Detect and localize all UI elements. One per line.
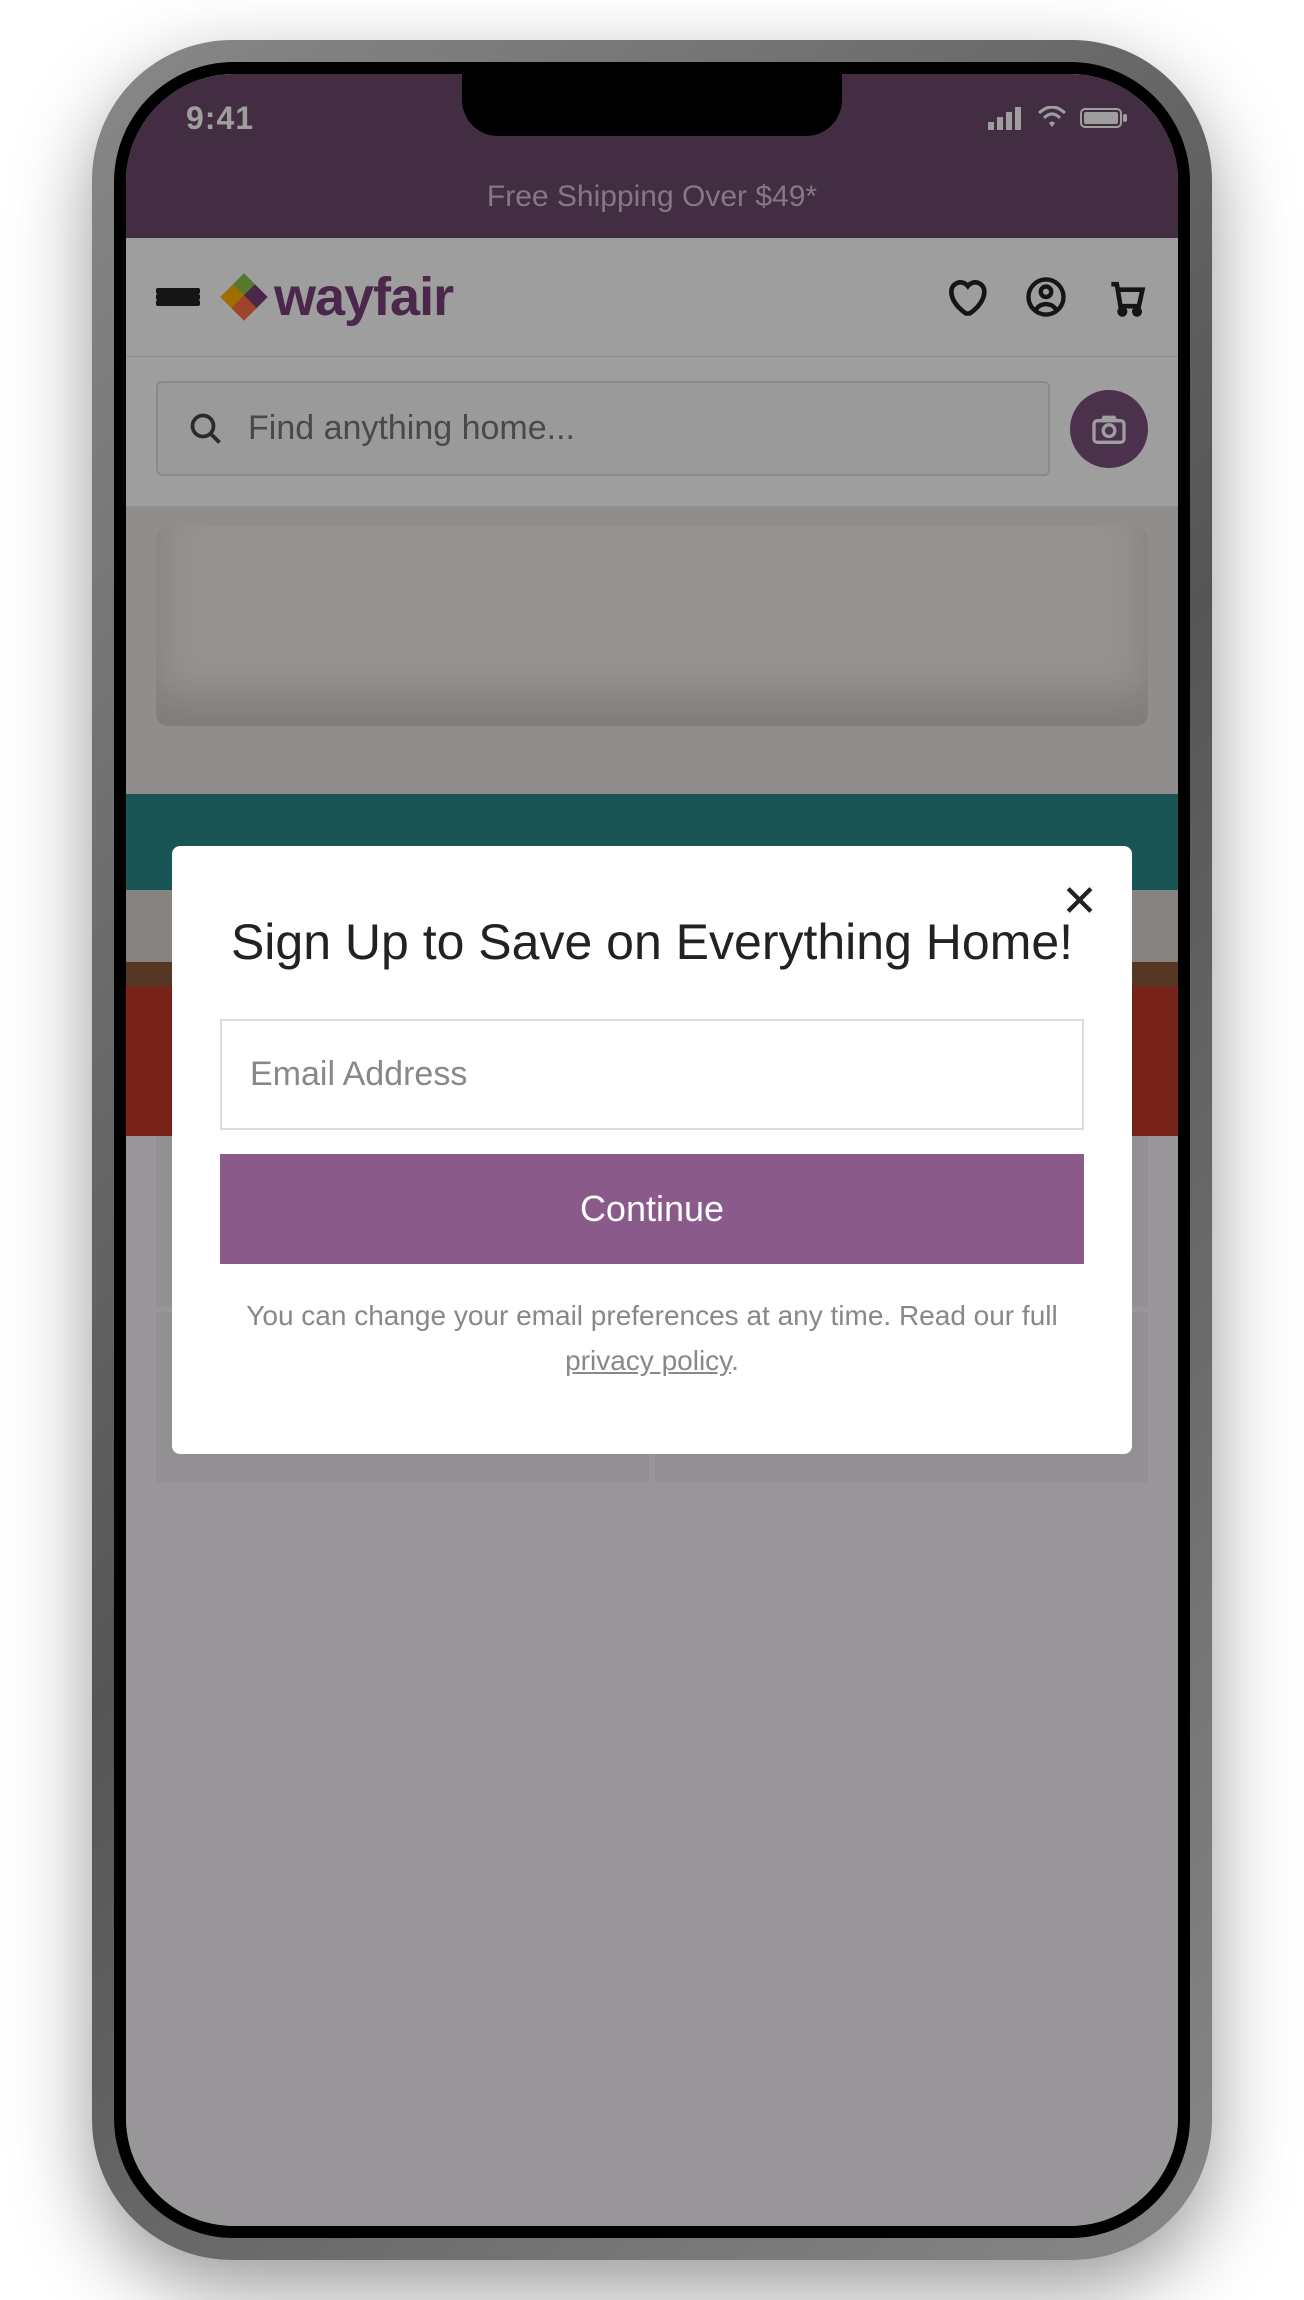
device-notch (462, 74, 842, 136)
close-button[interactable]: ✕ (1061, 876, 1098, 927)
fineprint-suffix: . (731, 1345, 739, 1376)
fineprint-prefix: You can change your email preferences at… (246, 1300, 1057, 1331)
close-icon: ✕ (1061, 877, 1098, 926)
modal-title: Sign Up to Save on Everything Home! (220, 910, 1084, 975)
email-field[interactable] (220, 1019, 1084, 1130)
privacy-policy-link[interactable]: privacy policy (565, 1345, 731, 1376)
modal-fineprint: You can change your email preferences at… (220, 1294, 1084, 1384)
modal-overlay[interactable]: ✕ Sign Up to Save on Everything Home! Co… (126, 74, 1178, 2226)
continue-button[interactable]: Continue (220, 1154, 1084, 1264)
signup-modal: ✕ Sign Up to Save on Everything Home! Co… (172, 846, 1132, 1454)
